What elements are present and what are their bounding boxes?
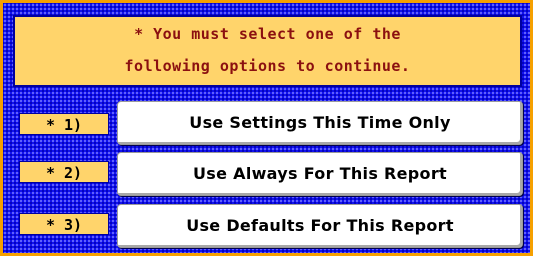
- option-3-number: * 3): [19, 213, 109, 235]
- use-always-for-this-report-button[interactable]: Use Always For This Report: [117, 152, 523, 196]
- options-dialog: * You must select one of the following o…: [0, 0, 533, 256]
- option-2-number: * 2): [19, 161, 109, 183]
- option-1-number: * 1): [19, 113, 109, 135]
- use-defaults-for-this-report-button[interactable]: Use Defaults For This Report: [117, 204, 523, 248]
- use-settings-this-time-only-button[interactable]: Use Settings This Time Only: [117, 101, 523, 145]
- instruction-line-1: * You must select one of the: [134, 25, 401, 43]
- instruction-line-2: following options to continue.: [124, 57, 411, 75]
- instruction-message-panel: * You must select one of the following o…: [13, 15, 522, 87]
